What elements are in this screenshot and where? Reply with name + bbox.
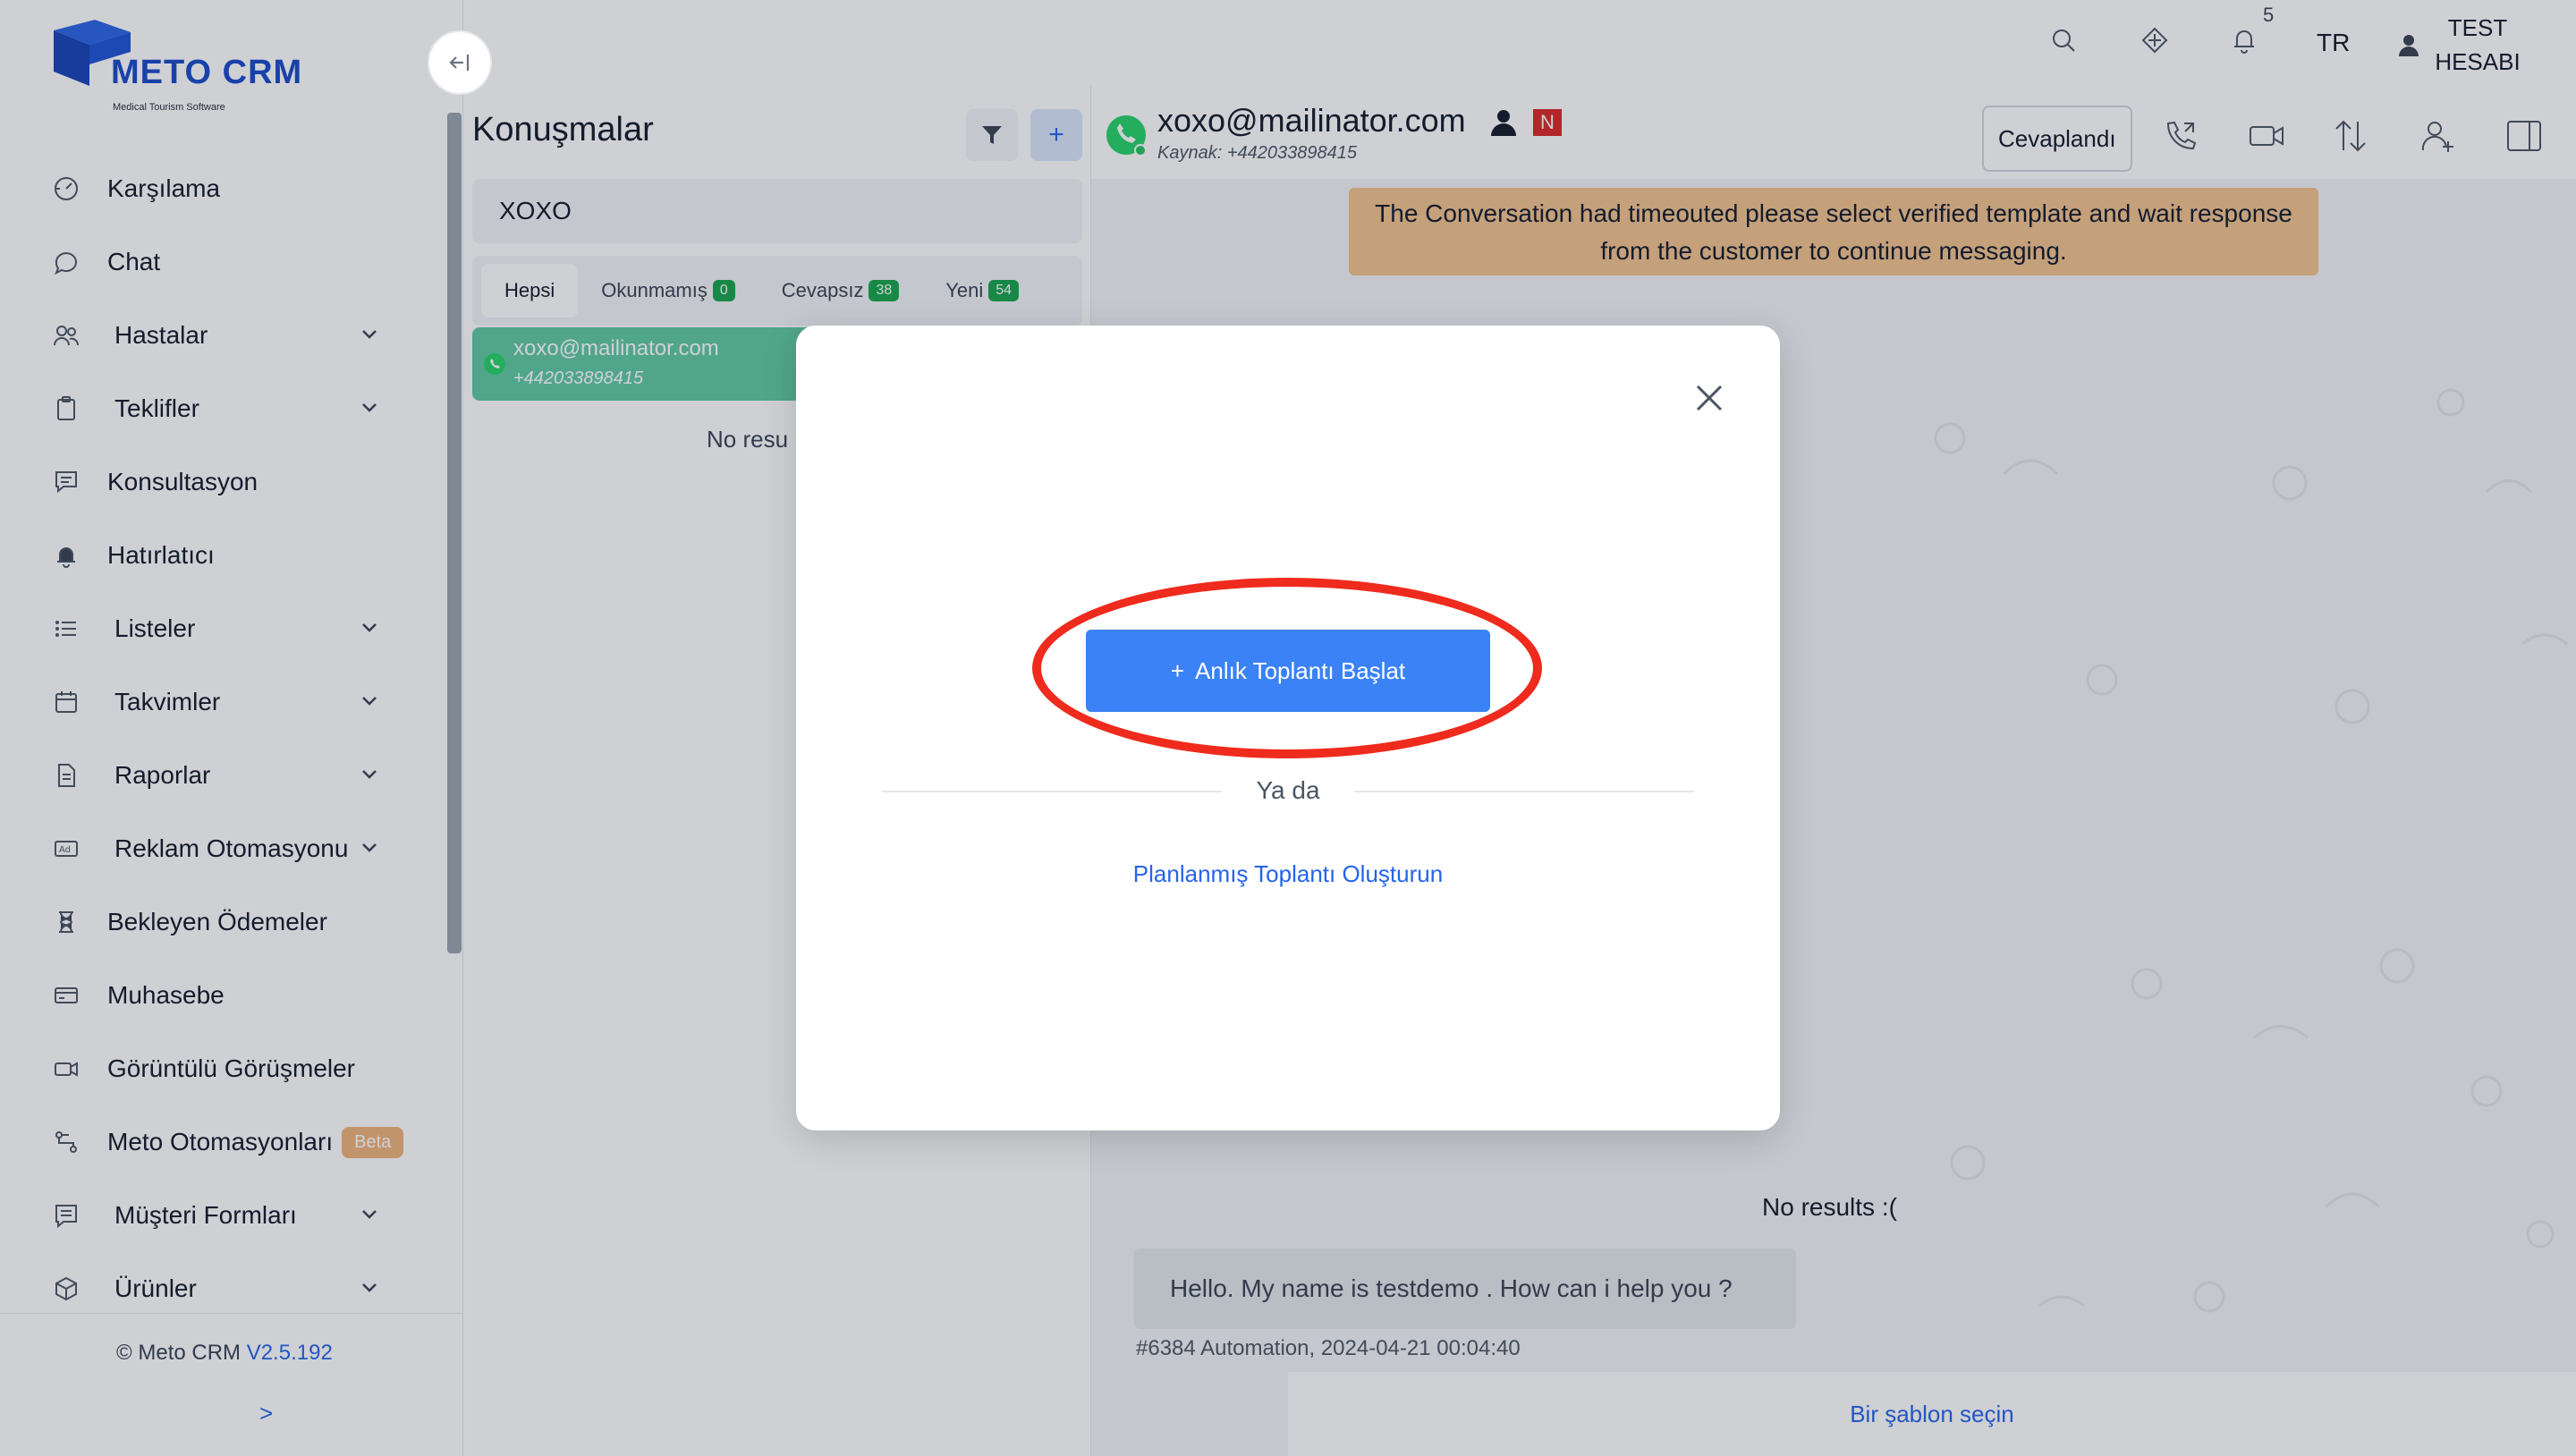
create-scheduled-meeting-link[interactable]: Planlanmış Toplantı Oluşturun [796,860,1780,888]
meeting-modal: + Anlık Toplantı Başlat Ya da Planlanmış… [796,326,1780,1130]
close-icon[interactable] [1690,379,1728,417]
highlight-annotation [1032,578,1542,758]
or-separator: Ya da [1256,776,1320,804]
collapse-sidebar-button[interactable] [428,30,492,95]
collapse-left-icon [449,55,470,71]
